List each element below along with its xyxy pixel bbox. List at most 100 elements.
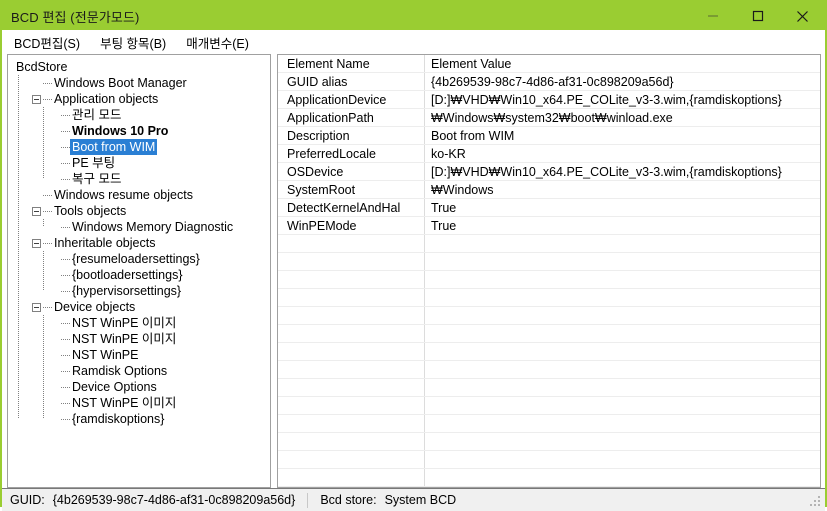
tree-item[interactable]: Application objects xyxy=(8,91,270,107)
tree-item[interactable]: 관리 모드 xyxy=(8,107,270,123)
status-store-label: Bcd store: xyxy=(320,493,377,507)
tree-item[interactable]: Inheritable objects xyxy=(8,235,270,251)
grid-row[interactable]: Description Boot from WIM xyxy=(278,127,820,145)
tree-item[interactable]: Tools objects xyxy=(8,203,270,219)
grid-cell-value: [D:]₩VHD₩Win10_x64.PE_COLite_v3-3.wim,{r… xyxy=(431,93,782,107)
tree-connector-icon xyxy=(61,267,71,283)
grid-row[interactable]: GUID alias {4b269539-98c7-4d86-af31-0c898… xyxy=(278,73,820,91)
grid-cell-name xyxy=(278,451,424,468)
grid-header-row: Element Name Element Value xyxy=(278,55,820,73)
grid-row[interactable] xyxy=(278,397,820,415)
tree-item-label: {bootloadersettings} xyxy=(72,268,183,282)
tree-item-label: NST WinPE xyxy=(72,348,139,362)
grid-row[interactable] xyxy=(278,415,820,433)
tree-item[interactable]: PE 부팅 xyxy=(8,155,270,171)
grid-row[interactable]: PreferredLocale ko-KR xyxy=(278,145,820,163)
tree-collapse-icon[interactable] xyxy=(32,94,41,104)
tree-connector-icon xyxy=(61,123,71,139)
tree-collapse-icon[interactable] xyxy=(32,238,41,248)
tree-item[interactable]: Windows Boot Manager xyxy=(8,75,270,91)
grid-cell-name xyxy=(278,307,424,324)
title-bar[interactable]: BCD 편집 (전문가모드) xyxy=(2,2,825,30)
tree-item[interactable]: {ramdiskoptions} xyxy=(8,411,270,427)
tree-item[interactable]: Windows 10 Pro xyxy=(8,123,270,139)
grid-row[interactable] xyxy=(278,289,820,307)
maximize-button[interactable] xyxy=(735,2,780,30)
tree-connector-icon xyxy=(61,315,71,331)
tree-item[interactable]: Ramdisk Options xyxy=(8,363,270,379)
tree-item-label: {resumeloadersettings} xyxy=(72,252,200,266)
menu-item-boot-entries[interactable]: 부팅 항목(B) xyxy=(94,31,174,54)
grid-row[interactable] xyxy=(278,361,820,379)
tree-item-label: Windows Memory Diagnostic xyxy=(72,220,234,234)
status-guid-value: {4b269539-98c7-4d86-af31-0c898209a56d} xyxy=(52,493,296,507)
grid-cell-name xyxy=(278,361,424,378)
grid-row[interactable]: OSDevice [D:]₩VHD₩Win10_x64.PE_COLite_v3-… xyxy=(278,163,820,181)
tree-item[interactable]: {resumeloadersettings} xyxy=(8,251,270,267)
tree-item[interactable]: NST WinPE 이미지 xyxy=(8,395,270,411)
grid-row[interactable] xyxy=(278,325,820,343)
grid-row[interactable]: ApplicationPath ₩Windows₩system32₩boot₩wi… xyxy=(278,109,820,127)
tree-connector-icon xyxy=(61,251,71,267)
tree-item-label: {hypervisorsettings} xyxy=(72,284,182,298)
grid-cell-value: ₩Windows₩system32₩boot₩winload.exe xyxy=(431,111,673,125)
menu-item-parameters[interactable]: 매개변수(E) xyxy=(180,31,257,54)
grid-cell-value xyxy=(424,469,820,486)
grid-row[interactable] xyxy=(278,271,820,289)
grid-cell-value xyxy=(424,397,820,414)
tree-item[interactable]: {bootloadersettings} xyxy=(8,267,270,283)
menu-item-bcd-edit[interactable]: BCD편집(S) xyxy=(8,31,88,54)
tree-item[interactable]: 복구 모드 xyxy=(8,171,270,187)
close-button[interactable] xyxy=(780,2,825,30)
tree-collapse-icon[interactable] xyxy=(32,302,41,312)
grid-cell-value xyxy=(424,235,820,252)
grid-row[interactable] xyxy=(278,469,820,487)
grid-cell-value xyxy=(424,361,820,378)
grid-row[interactable] xyxy=(278,343,820,361)
tree-item[interactable]: Boot from WIM xyxy=(8,139,270,155)
tree-connector-icon xyxy=(43,187,53,203)
grid-row[interactable]: DetectKernelAndHal True xyxy=(278,199,820,217)
status-divider xyxy=(307,492,309,508)
tree-connector-icon xyxy=(61,155,71,171)
grid-row[interactable] xyxy=(278,451,820,469)
grid-row[interactable]: ApplicationDevice [D:]₩VHD₩Win10_x64.PE_C… xyxy=(278,91,820,109)
minimize-button[interactable] xyxy=(690,2,735,30)
element-grid-panel[interactable]: Element Name Element Value GUID alias {4b26… xyxy=(277,54,821,488)
tree-item[interactable]: BcdStore xyxy=(8,59,270,75)
tree-item[interactable]: NST WinPE 이미지 xyxy=(8,331,270,347)
tree-item-label: {ramdiskoptions} xyxy=(72,412,165,426)
tree-connector-icon xyxy=(61,363,71,379)
grid-cell-name: WinPEMode xyxy=(287,219,357,233)
tree-item-label: NST WinPE 이미지 xyxy=(72,316,177,330)
tree-collapse-icon[interactable] xyxy=(32,206,41,216)
tree-item-label: Device Options xyxy=(72,380,157,394)
tree-item[interactable]: Device Options xyxy=(8,379,270,395)
tree-item[interactable]: Device objects xyxy=(8,299,270,315)
tree-item[interactable]: Windows Memory Diagnostic xyxy=(8,219,270,235)
grid-row[interactable]: WinPEMode True xyxy=(278,217,820,235)
grid-row[interactable] xyxy=(278,235,820,253)
status-bar: GUID: {4b269539-98c7-4d86-af31-0c898209a… xyxy=(2,488,825,511)
grid-row[interactable]: SystemRoot ₩Windows xyxy=(278,181,820,199)
tree-connector-icon xyxy=(61,331,71,347)
tree-item[interactable]: NST WinPE xyxy=(8,347,270,363)
minimize-icon xyxy=(707,15,718,17)
grid-row[interactable] xyxy=(278,433,820,451)
tree-connector-icon xyxy=(61,395,71,411)
tree-item[interactable]: Windows resume objects xyxy=(8,187,270,203)
tree-item[interactable]: NST WinPE 이미지 xyxy=(8,315,270,331)
tree-connector-icon xyxy=(61,107,71,123)
grid-row[interactable] xyxy=(278,379,820,397)
bcd-store-tree-panel[interactable]: BcdStore Windows Boot Manager Application … xyxy=(7,54,271,488)
grid-row[interactable] xyxy=(278,253,820,271)
grid-cell-name: DetectKernelAndHal xyxy=(287,201,401,215)
tree-connector-icon xyxy=(43,235,53,251)
grid-row[interactable] xyxy=(278,307,820,325)
resize-grip-icon[interactable] xyxy=(810,496,822,508)
bcd-store-tree: BcdStore Windows Boot Manager Application … xyxy=(8,55,270,427)
tree-item[interactable]: {hypervisorsettings} xyxy=(8,283,270,299)
tree-item-label: Boot from WIM xyxy=(70,139,158,155)
